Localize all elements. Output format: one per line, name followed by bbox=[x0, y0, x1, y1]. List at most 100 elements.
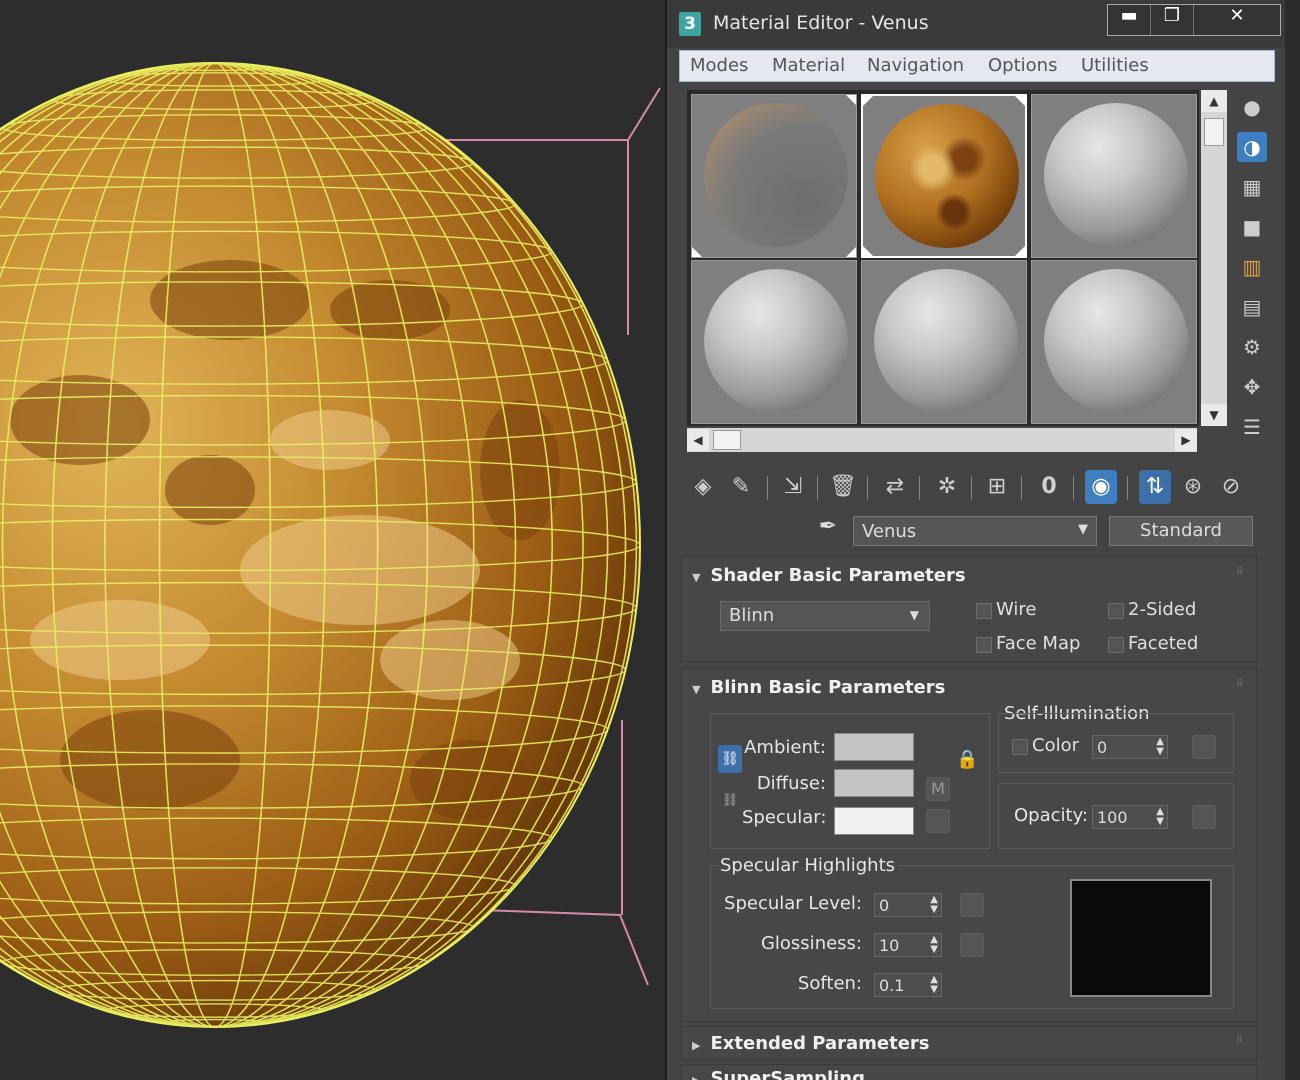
self-illum-color-checkbox[interactable] bbox=[1012, 739, 1028, 755]
scroll-left-icon[interactable]: ◀ bbox=[687, 429, 709, 451]
rollout-header[interactable]: ▶ Extended Parameters bbox=[692, 1033, 930, 1054]
lock-diffuse-specular-icon[interactable]: ⛓ bbox=[720, 793, 740, 813]
grip-icon: ⠿ bbox=[1236, 679, 1244, 690]
put-to-library-icon[interactable]: ✲ bbox=[931, 470, 963, 504]
show-in-viewport-icon[interactable]: ◉ bbox=[1085, 470, 1117, 504]
material-name-field[interactable]: Venus ▼ bbox=[853, 516, 1097, 546]
specular-map-button[interactable] bbox=[926, 809, 950, 833]
video-check-icon[interactable]: ▤ bbox=[1237, 292, 1267, 322]
material-preview-sphere bbox=[704, 269, 848, 413]
eyedropper-icon[interactable]: ✒ bbox=[813, 514, 843, 544]
specular-label: Specular: bbox=[742, 807, 827, 828]
color-bars-icon[interactable]: ▥ bbox=[1237, 252, 1267, 282]
put-to-scene-icon[interactable]: ✎ bbox=[725, 470, 757, 504]
face-map-checkbox[interactable] bbox=[976, 637, 992, 653]
material-preview-sphere bbox=[704, 103, 848, 247]
ambient-color-swatch[interactable] bbox=[834, 733, 914, 761]
maximize-icon[interactable]: ❐ bbox=[1151, 5, 1194, 35]
options-list-icon[interactable]: ☰ bbox=[1237, 412, 1267, 442]
diffuse-map-button[interactable]: M bbox=[926, 777, 950, 801]
scroll-right-icon[interactable]: ▶ bbox=[1175, 429, 1197, 451]
spinner-arrows-icon[interactable]: ▲ ▼ bbox=[1156, 737, 1164, 757]
checker-icon[interactable]: ▦ bbox=[1237, 172, 1267, 202]
opacity-map-button[interactable] bbox=[1192, 805, 1216, 829]
menu-utilities[interactable]: Utilities bbox=[1081, 55, 1149, 76]
opacity-spinner[interactable]: 100 ▲ ▼ bbox=[1092, 805, 1168, 829]
chevron-down-icon[interactable]: ▼ bbox=[1078, 522, 1088, 537]
self-illum-spinner[interactable]: 0 ▲ ▼ bbox=[1092, 735, 1168, 759]
delete-icon[interactable]: 🗑 bbox=[827, 470, 859, 504]
specular-level-spinner[interactable]: 0 ▲ ▼ bbox=[874, 893, 942, 917]
save-icon[interactable]: ⊞ bbox=[981, 470, 1013, 504]
sample-slot[interactable] bbox=[861, 260, 1027, 424]
go-to-parent-icon[interactable]: ⊛ bbox=[1177, 470, 1209, 504]
diffuse-color-swatch[interactable] bbox=[834, 769, 914, 797]
scroll-thumb[interactable] bbox=[713, 430, 741, 450]
sample-slot[interactable] bbox=[691, 94, 857, 258]
venus-sphere-wireframe bbox=[0, 62, 661, 1028]
menu-navigation[interactable]: Navigation bbox=[867, 55, 964, 76]
effects-channel-icon[interactable]: 0 bbox=[1033, 470, 1065, 504]
material-editor-window: 3 Material Editor - Venus ▬ ❐ ✕ Modes Ma… bbox=[665, 0, 1285, 1080]
select-by-material-icon[interactable]: ✥ bbox=[1237, 372, 1267, 402]
rollout-header[interactable]: ▼ Shader Basic Parameters bbox=[692, 565, 966, 586]
sample-slot[interactable] bbox=[691, 260, 857, 424]
window-title: Material Editor - Venus bbox=[713, 12, 929, 34]
scroll-up-icon[interactable]: ▲ bbox=[1201, 90, 1227, 112]
menu-modes[interactable]: Modes bbox=[690, 55, 748, 76]
rollout-header[interactable]: ▶SuperSampling bbox=[692, 1068, 865, 1080]
spinner-arrows-icon[interactable]: ▲ ▼ bbox=[1156, 807, 1164, 827]
slots-vertical-scrollbar[interactable]: ▲ ▼ bbox=[1201, 90, 1227, 426]
soften-label: Soften: bbox=[797, 973, 862, 994]
spinner-arrows-icon[interactable]: ▲ ▼ bbox=[930, 975, 938, 995]
sample-slots bbox=[687, 90, 1199, 426]
faceted-checkbox[interactable] bbox=[1108, 637, 1124, 653]
shader-dropdown[interactable]: Blinn ▼ bbox=[720, 601, 930, 631]
specular-level-map-button[interactable] bbox=[960, 893, 984, 917]
menu-options[interactable]: Options bbox=[988, 55, 1057, 76]
rollout-header[interactable]: ▼ Blinn Basic Parameters bbox=[692, 677, 945, 698]
specular-highlights-title: Specular Highlights bbox=[718, 855, 898, 876]
scroll-thumb[interactable] bbox=[1204, 118, 1224, 146]
title-bar[interactable]: 3 Material Editor - Venus ▬ ❐ ✕ bbox=[667, 0, 1285, 48]
grip-icon: ⠿ bbox=[1236, 1035, 1244, 1046]
material-preview-sphere bbox=[1044, 269, 1188, 413]
scroll-down-icon[interactable]: ▼ bbox=[1201, 404, 1227, 426]
spinner-arrows-icon[interactable]: ▲ ▼ bbox=[930, 895, 938, 915]
menu-material[interactable]: Material bbox=[772, 55, 845, 76]
menu-bar: Modes Material Navigation Options Utilit… bbox=[679, 50, 1275, 82]
viewport[interactable] bbox=[0, 0, 665, 1080]
background-icon[interactable]: ◑ bbox=[1237, 132, 1267, 162]
venus-preview-sphere bbox=[875, 104, 1019, 248]
material-type-button[interactable]: Standard bbox=[1109, 516, 1253, 546]
show-end-result-icon[interactable]: ⇅ bbox=[1139, 470, 1171, 504]
material-toolbar: ◈ ✎ ⇲ 🗑 ⇄ ✲ ⊞ 0 ◉ ⇅ ⊛ ⊘ bbox=[687, 470, 1277, 506]
close-icon[interactable]: ✕ bbox=[1194, 5, 1280, 35]
box-icon[interactable]: ■ bbox=[1237, 212, 1267, 242]
lock-icon[interactable]: 🔒 bbox=[956, 749, 980, 773]
make-unique-icon[interactable]: ⇄ bbox=[879, 470, 911, 504]
sample-slot[interactable] bbox=[1031, 260, 1197, 424]
soften-spinner[interactable]: 0.1 ▲ ▼ bbox=[874, 973, 942, 997]
spinner-arrows-icon[interactable]: ▲ ▼ bbox=[930, 935, 938, 955]
slots-horizontal-scrollbar[interactable]: ◀ ▶ bbox=[687, 428, 1197, 452]
sample-slot[interactable] bbox=[1031, 94, 1197, 258]
go-forward-icon[interactable]: ⊘ bbox=[1215, 470, 1247, 504]
self-illum-map-button[interactable] bbox=[1192, 735, 1216, 759]
material-by-name-icon[interactable]: ⚙ bbox=[1237, 332, 1267, 362]
assign-to-selection-icon[interactable]: ⇲ bbox=[777, 470, 809, 504]
glossiness-map-button[interactable] bbox=[960, 933, 984, 957]
faceted-label: Faceted bbox=[1128, 633, 1199, 654]
expand-triangle-icon: ▶ bbox=[692, 1039, 701, 1052]
get-material-icon[interactable]: ◈ bbox=[687, 470, 719, 504]
window-controls: ▬ ❐ ✕ bbox=[1107, 4, 1281, 36]
expand-triangle-icon: ▶ bbox=[692, 1074, 700, 1080]
lock-ambient-diffuse-icon[interactable]: ⛓ bbox=[718, 745, 742, 773]
glossiness-spinner[interactable]: 10 ▲ ▼ bbox=[874, 933, 942, 957]
specular-color-swatch[interactable] bbox=[834, 807, 914, 835]
wire-checkbox[interactable] bbox=[976, 603, 992, 619]
sphere-icon[interactable]: ● bbox=[1237, 92, 1267, 122]
sample-slot-active[interactable] bbox=[861, 94, 1027, 258]
minimize-icon[interactable]: ▬ bbox=[1108, 5, 1151, 35]
two-sided-checkbox[interactable] bbox=[1108, 603, 1124, 619]
